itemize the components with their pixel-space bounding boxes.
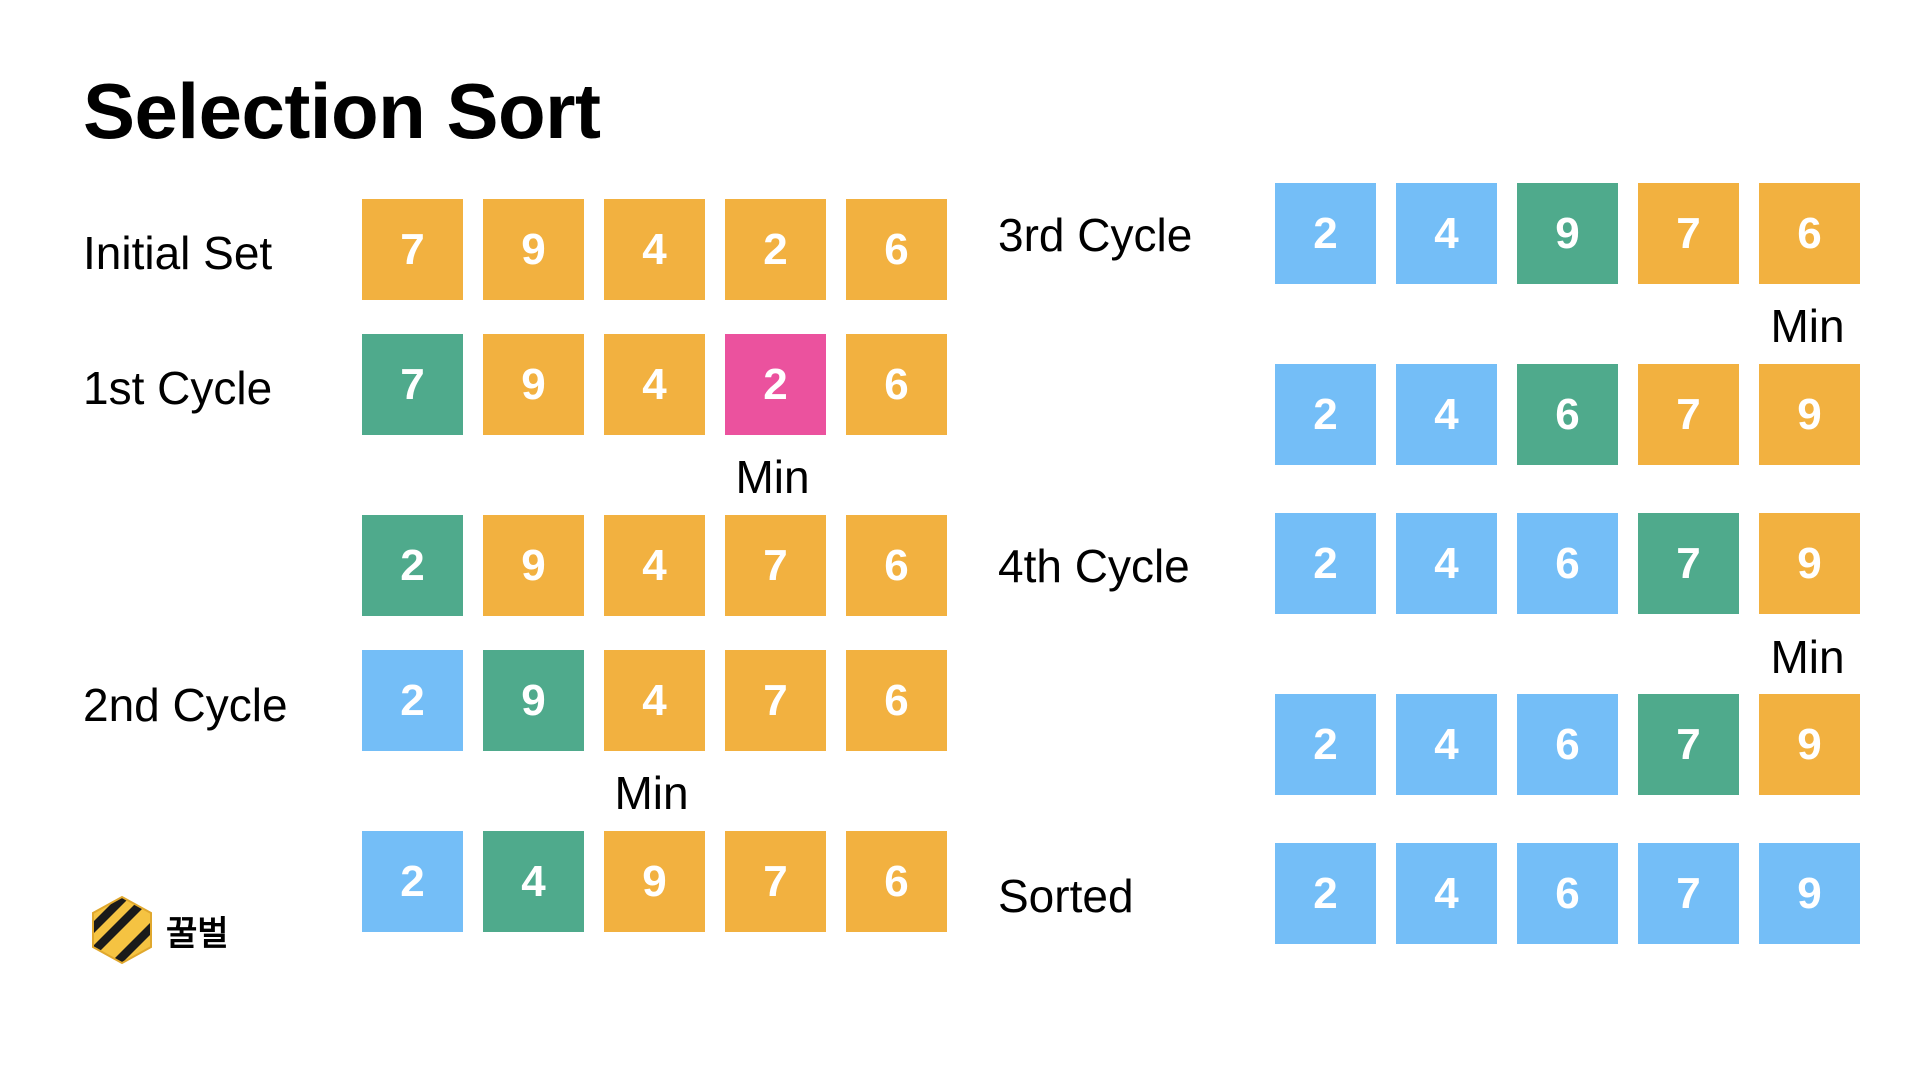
min-label-cycle3: Min — [1770, 300, 1845, 352]
number-box: 7 — [1638, 694, 1739, 795]
number-box: 2 — [725, 199, 826, 300]
number-box: 9 — [604, 831, 705, 932]
label-3rd-cycle: 3rd Cycle — [998, 209, 1193, 261]
page-title: Selection Sort — [83, 67, 601, 155]
number-box: 7 — [725, 650, 826, 751]
honeycomb-logo-icon — [92, 895, 152, 965]
number-box: 6 — [846, 515, 947, 616]
number-box: 9 — [483, 515, 584, 616]
number-box: 4 — [1396, 694, 1497, 795]
number-box: 9 — [483, 334, 584, 435]
number-box: 6 — [1517, 364, 1618, 465]
number-box: 4 — [604, 650, 705, 751]
label-2nd-cycle: 2nd Cycle — [83, 679, 288, 731]
number-box: 2 — [362, 650, 463, 751]
number-box: 7 — [1638, 843, 1739, 944]
number-box: 4 — [1396, 843, 1497, 944]
number-box: 2 — [1275, 513, 1376, 614]
number-box: 2 — [362, 515, 463, 616]
number-box: 7 — [725, 831, 826, 932]
number-box: 2 — [1275, 694, 1376, 795]
label-sorted: Sorted — [998, 870, 1134, 922]
number-box: 6 — [1759, 183, 1860, 284]
label-initial-set: Initial Set — [83, 227, 273, 279]
number-box: 4 — [604, 334, 705, 435]
number-box: 6 — [846, 831, 947, 932]
number-box: 9 — [483, 650, 584, 751]
min-label-cycle2: Min — [614, 767, 689, 819]
number-box: 6 — [1517, 694, 1618, 795]
number-box: 4 — [604, 515, 705, 616]
number-box: 6 — [1517, 843, 1618, 944]
number-box: 6 — [846, 334, 947, 435]
number-box: 4 — [1396, 513, 1497, 614]
number-box: 2 — [362, 831, 463, 932]
label-1st-cycle: 1st Cycle — [83, 362, 273, 414]
number-box: 7 — [362, 199, 463, 300]
number-box: 9 — [483, 199, 584, 300]
number-box: 2 — [1275, 183, 1376, 284]
number-box: 9 — [1759, 364, 1860, 465]
number-box: 2 — [1275, 843, 1376, 944]
number-box: 7 — [725, 515, 826, 616]
number-box: 9 — [1759, 843, 1860, 944]
number-box: 6 — [1517, 513, 1618, 614]
number-box: 6 — [846, 199, 947, 300]
min-label-cycle4: Min — [1770, 631, 1845, 683]
brand-name: 꿀벌 — [166, 913, 229, 954]
brand-logo: 꿀벌 — [90, 895, 229, 965]
number-box: 4 — [483, 831, 584, 932]
number-box: 9 — [1759, 513, 1860, 614]
number-box: 7 — [1638, 513, 1739, 614]
number-box: 7 — [1638, 183, 1739, 284]
number-box: 4 — [1396, 364, 1497, 465]
number-box: 6 — [846, 650, 947, 751]
number-box: 2 — [1275, 364, 1376, 465]
number-box: 9 — [1759, 694, 1860, 795]
number-box: 2 — [725, 334, 826, 435]
label-4th-cycle: 4th Cycle — [998, 540, 1190, 592]
number-box: 4 — [1396, 183, 1497, 284]
min-label-cycle1: Min — [735, 451, 810, 503]
number-box: 4 — [604, 199, 705, 300]
number-box: 7 — [1638, 364, 1739, 465]
number-box: 7 — [362, 334, 463, 435]
number-box: 9 — [1517, 183, 1618, 284]
